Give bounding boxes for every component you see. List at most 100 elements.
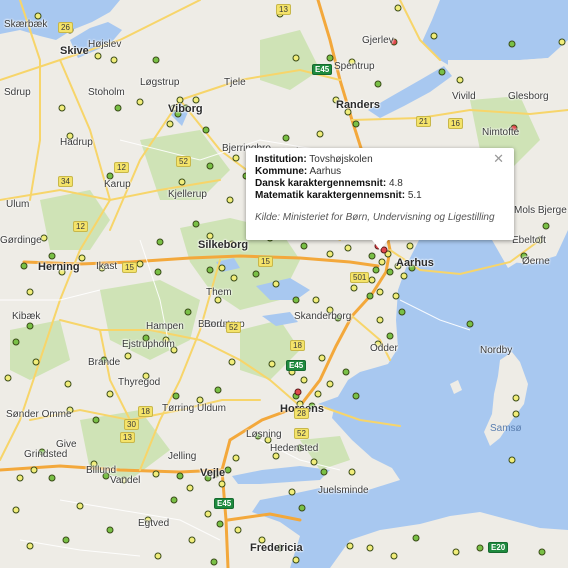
school-marker[interactable]: [124, 352, 132, 360]
school-marker[interactable]: [216, 520, 224, 528]
school-marker[interactable]: [394, 4, 402, 12]
school-marker[interactable]: [372, 266, 380, 274]
school-marker[interactable]: [110, 56, 118, 64]
school-marker[interactable]: [312, 296, 320, 304]
school-marker[interactable]: [16, 474, 24, 482]
school-marker[interactable]: [92, 416, 100, 424]
school-marker[interactable]: [62, 536, 70, 544]
school-marker[interactable]: [350, 284, 358, 292]
school-marker[interactable]: [466, 320, 474, 328]
school-marker[interactable]: [206, 266, 214, 274]
school-marker[interactable]: [508, 456, 516, 464]
school-marker[interactable]: [438, 68, 446, 76]
school-marker[interactable]: [64, 380, 72, 388]
school-marker[interactable]: [136, 98, 144, 106]
school-marker[interactable]: [348, 468, 356, 476]
school-marker[interactable]: [346, 542, 354, 550]
school-marker[interactable]: [154, 268, 162, 276]
school-marker[interactable]: [12, 506, 20, 514]
school-marker[interactable]: [376, 288, 384, 296]
school-marker[interactable]: [170, 496, 178, 504]
school-marker[interactable]: [300, 376, 308, 384]
school-marker[interactable]: [292, 296, 300, 304]
school-marker[interactable]: [512, 394, 520, 402]
school-marker[interactable]: [300, 242, 308, 250]
school-marker[interactable]: [176, 472, 184, 480]
school-marker[interactable]: [310, 458, 318, 466]
school-marker[interactable]: [156, 238, 164, 246]
school-marker[interactable]: [32, 358, 40, 366]
school-marker[interactable]: [406, 242, 414, 250]
school-marker[interactable]: [456, 76, 464, 84]
school-marker[interactable]: [542, 222, 550, 230]
school-marker[interactable]: [318, 354, 326, 362]
school-marker[interactable]: [368, 276, 376, 284]
school-marker[interactable]: [314, 390, 322, 398]
school-marker[interactable]: [288, 488, 296, 496]
school-marker[interactable]: [268, 360, 276, 368]
school-marker[interactable]: [398, 308, 406, 316]
school-marker[interactable]: [366, 292, 374, 300]
school-marker[interactable]: [344, 244, 352, 252]
school-marker[interactable]: [106, 390, 114, 398]
school-marker[interactable]: [152, 470, 160, 478]
school-marker[interactable]: [378, 258, 386, 266]
school-marker[interactable]: [4, 374, 12, 382]
school-marker[interactable]: [232, 454, 240, 462]
school-marker[interactable]: [30, 466, 38, 474]
school-marker[interactable]: [412, 534, 420, 542]
school-marker[interactable]: [386, 332, 394, 340]
school-marker[interactable]: [26, 542, 34, 550]
school-marker[interactable]: [172, 392, 180, 400]
school-marker[interactable]: [136, 260, 144, 268]
school-marker[interactable]: [400, 272, 408, 280]
school-marker[interactable]: [94, 52, 102, 60]
school-marker[interactable]: [206, 162, 214, 170]
school-marker[interactable]: [452, 548, 460, 556]
school-marker[interactable]: [386, 268, 394, 276]
school-marker[interactable]: [58, 104, 66, 112]
school-marker[interactable]: [366, 544, 374, 552]
school-marker[interactable]: [166, 120, 174, 128]
school-marker[interactable]: [152, 56, 160, 64]
school-marker[interactable]: [214, 386, 222, 394]
school-marker[interactable]: [326, 250, 334, 258]
school-marker[interactable]: [374, 80, 382, 88]
school-marker[interactable]: [192, 220, 200, 228]
map-canvas[interactable]: SkiveHøjslevStoholmLøgstrupTjeleViborgBj…: [0, 0, 568, 568]
school-marker[interactable]: [508, 40, 516, 48]
school-marker[interactable]: [390, 552, 398, 560]
school-marker[interactable]: [476, 544, 484, 552]
close-icon[interactable]: ✕: [493, 152, 504, 165]
school-marker[interactable]: [292, 54, 300, 62]
school-marker[interactable]: [234, 526, 242, 534]
school-marker[interactable]: [48, 474, 56, 482]
school-marker[interactable]: [204, 510, 212, 518]
school-marker[interactable]: [26, 322, 34, 330]
school-marker[interactable]: [252, 270, 260, 278]
school-marker[interactable]: [342, 368, 350, 376]
school-marker[interactable]: [376, 316, 384, 324]
school-marker[interactable]: [76, 502, 84, 510]
school-marker[interactable]: [114, 104, 122, 112]
school-marker[interactable]: [210, 558, 218, 566]
school-marker[interactable]: [352, 120, 360, 128]
school-marker[interactable]: [20, 262, 28, 270]
school-marker[interactable]: [326, 54, 334, 62]
school-marker[interactable]: [512, 410, 520, 418]
school-marker[interactable]: [430, 32, 438, 40]
school-marker[interactable]: [292, 556, 300, 564]
school-marker[interactable]: [538, 548, 546, 556]
school-marker[interactable]: [558, 38, 566, 46]
school-marker[interactable]: [298, 504, 306, 512]
school-marker[interactable]: [232, 154, 240, 162]
school-marker[interactable]: [154, 552, 162, 560]
school-marker[interactable]: [226, 196, 234, 204]
school-marker[interactable]: [368, 252, 376, 260]
school-marker[interactable]: [186, 484, 194, 492]
school-marker[interactable]: [218, 480, 226, 488]
school-marker[interactable]: [48, 252, 56, 260]
school-marker[interactable]: [230, 274, 238, 282]
school-marker[interactable]: [106, 526, 114, 534]
school-marker[interactable]: [272, 280, 280, 288]
